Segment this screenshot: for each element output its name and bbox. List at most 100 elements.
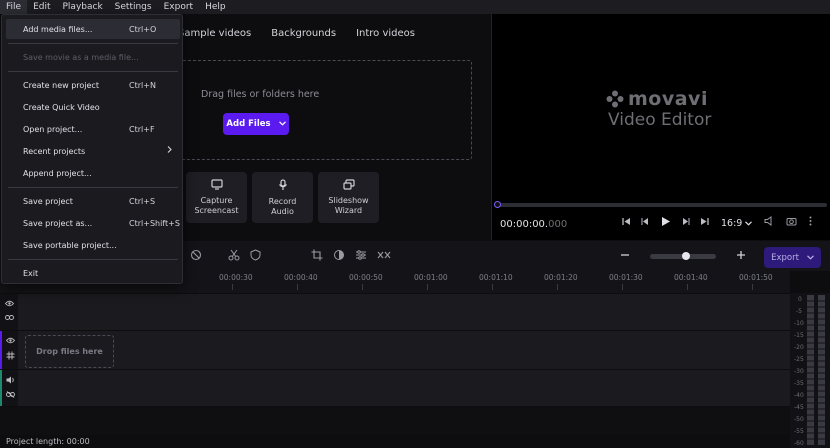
menu-item-save-portable-project[interactable]: Save portable project... bbox=[6, 235, 180, 255]
ruler-tick: 00:01:50 bbox=[739, 273, 773, 282]
video-track[interactable]: Drop files here bbox=[0, 331, 790, 369]
export-label: Export bbox=[771, 252, 799, 263]
camera-icon[interactable] bbox=[786, 216, 797, 229]
menu-item-save-project-as[interactable]: Save project as... Ctrl+Shift+S bbox=[6, 213, 180, 233]
timecode-main: 00:00:00. bbox=[500, 219, 549, 230]
movavi-logo-icon bbox=[606, 90, 624, 108]
meter-label: -30 bbox=[794, 368, 804, 375]
ruler-tick: 00:00:50 bbox=[349, 273, 383, 282]
playback-controls bbox=[622, 216, 709, 230]
skip-end-icon[interactable] bbox=[700, 217, 709, 229]
zoom-slider-handle[interactable] bbox=[682, 252, 690, 260]
tab-intro-videos[interactable]: Intro videos bbox=[356, 28, 415, 39]
movavi-logo: movavi Video Editor bbox=[606, 88, 711, 130]
project-length: Project length: 00:00 bbox=[6, 437, 90, 446]
previous-frame-icon[interactable] bbox=[641, 217, 650, 229]
track-header bbox=[0, 294, 18, 330]
tool-label: Wizard bbox=[334, 206, 363, 215]
menu-item-open-project[interactable]: Open project... Ctrl+F bbox=[6, 119, 180, 139]
menu-item-label: Append project... bbox=[23, 168, 92, 178]
equalizer-icon[interactable] bbox=[355, 249, 367, 264]
menu-item-label: Save project as... bbox=[23, 218, 93, 228]
volume-icon[interactable] bbox=[764, 216, 774, 229]
eye-icon[interactable] bbox=[4, 300, 14, 310]
microphone-icon bbox=[278, 178, 288, 197]
menu-item-create-new-project[interactable]: Create new project Ctrl+N bbox=[6, 75, 180, 95]
menu-item-label: Save movie as a media file... bbox=[23, 52, 139, 62]
menu-edit[interactable]: Edit bbox=[27, 0, 56, 14]
shield-icon[interactable] bbox=[250, 249, 261, 264]
menu-export[interactable]: Export bbox=[158, 0, 199, 14]
menu-item-label: Save portable project... bbox=[23, 240, 117, 250]
menu-item-shortcut: Ctrl+N bbox=[129, 80, 156, 90]
meter-label: -60 bbox=[794, 440, 804, 447]
color-adjust-icon[interactable] bbox=[333, 249, 345, 264]
ruler-tick: 00:01:10 bbox=[479, 273, 513, 282]
menu-item-recent-projects[interactable]: Recent projects bbox=[6, 141, 180, 161]
text-track[interactable] bbox=[0, 294, 790, 330]
menu-item-create-quick-video[interactable]: Create Quick Video bbox=[6, 97, 180, 117]
timecode: 00:00:00.000 bbox=[500, 219, 567, 230]
menu-divider bbox=[8, 71, 178, 72]
grid-icon[interactable] bbox=[6, 351, 15, 363]
slideshow-wizard-button[interactable]: Slideshow Wizard bbox=[318, 172, 379, 223]
ruler-tick: 00:01:00 bbox=[414, 273, 448, 282]
menu-item-shortcut: Ctrl+F bbox=[129, 124, 155, 134]
tab-sample-videos[interactable]: Sample videos bbox=[178, 28, 251, 39]
ruler-tick: 00:00:30 bbox=[219, 273, 253, 282]
zoom-out-icon[interactable] bbox=[620, 250, 630, 263]
skip-start-icon[interactable] bbox=[622, 217, 631, 229]
tab-backgrounds[interactable]: Backgrounds bbox=[271, 28, 336, 39]
zoom-in-icon[interactable] bbox=[736, 250, 746, 263]
eye-icon[interactable] bbox=[5, 337, 15, 347]
menu-item-exit[interactable]: Exit bbox=[6, 263, 180, 283]
menu-help[interactable]: Help bbox=[199, 0, 232, 14]
audio-track[interactable] bbox=[0, 370, 790, 406]
scissors-icon[interactable] bbox=[228, 249, 240, 264]
capture-screencast-button[interactable]: Capture Screencast bbox=[186, 172, 247, 223]
menu-item-label: Recent projects bbox=[23, 146, 86, 156]
menu-item-save-project[interactable]: Save project Ctrl+S bbox=[6, 191, 180, 211]
menu-playback[interactable]: Playback bbox=[57, 0, 109, 14]
more-options-icon[interactable] bbox=[809, 216, 812, 229]
product-name: Video Editor bbox=[608, 110, 712, 130]
file-menu-dropdown: Add media files... Ctrl+O Save movie as … bbox=[1, 14, 183, 284]
menu-bar: File Edit Playback Settings Export Help bbox=[0, 0, 830, 14]
next-frame-icon[interactable] bbox=[681, 217, 690, 229]
speaker-icon[interactable] bbox=[6, 376, 15, 387]
meter-label: 0 bbox=[798, 296, 802, 303]
aspect-ratio-value: 16:9 bbox=[721, 218, 743, 229]
import-dropzone[interactable]: Drag files or folders here Add Files bbox=[170, 60, 472, 160]
timeline-empty-area bbox=[0, 407, 790, 435]
record-audio-button[interactable]: Record Audio bbox=[252, 172, 313, 223]
chevron-down-icon bbox=[278, 119, 286, 129]
zoom-slider[interactable] bbox=[650, 252, 716, 260]
playhead-handle[interactable] bbox=[494, 201, 501, 208]
add-files-button[interactable]: Add Files bbox=[223, 113, 289, 135]
ruler-tick: 00:01:20 bbox=[544, 273, 578, 282]
no-entry-icon[interactable] bbox=[190, 249, 202, 264]
transition-icon[interactable] bbox=[377, 249, 391, 264]
chevron-down-icon bbox=[745, 218, 753, 229]
ruler-tick: 00:01:40 bbox=[674, 273, 708, 282]
menu-item-append-project[interactable]: Append project... bbox=[6, 163, 180, 183]
import-tabs: Sample videos Backgrounds Intro videos bbox=[178, 28, 435, 39]
drop-files-here-zone[interactable]: Drop files here bbox=[25, 335, 114, 368]
drop-files-label: Drop files here bbox=[36, 347, 103, 356]
menu-divider bbox=[8, 259, 178, 260]
meter-label: -35 bbox=[794, 380, 804, 387]
playback-progress[interactable] bbox=[494, 201, 827, 208]
menu-item-add-media-files[interactable]: Add media files... Ctrl+O bbox=[6, 19, 180, 39]
menu-file[interactable]: File bbox=[0, 0, 28, 14]
aspect-ratio-select[interactable]: 16:9 bbox=[721, 218, 753, 229]
menu-item-label: Create Quick Video bbox=[23, 102, 100, 112]
export-button[interactable]: Export bbox=[764, 247, 821, 268]
link-off-icon[interactable] bbox=[5, 390, 15, 401]
monitor-icon bbox=[210, 179, 223, 196]
menu-item-shortcut: Ctrl+Shift+S bbox=[129, 218, 180, 228]
crop-icon[interactable] bbox=[311, 249, 323, 264]
link-icon[interactable] bbox=[4, 314, 14, 324]
menu-settings[interactable]: Settings bbox=[109, 0, 158, 14]
menu-item-save-movie[interactable]: Save movie as a media file... bbox=[6, 47, 180, 67]
play-icon[interactable] bbox=[660, 216, 671, 230]
